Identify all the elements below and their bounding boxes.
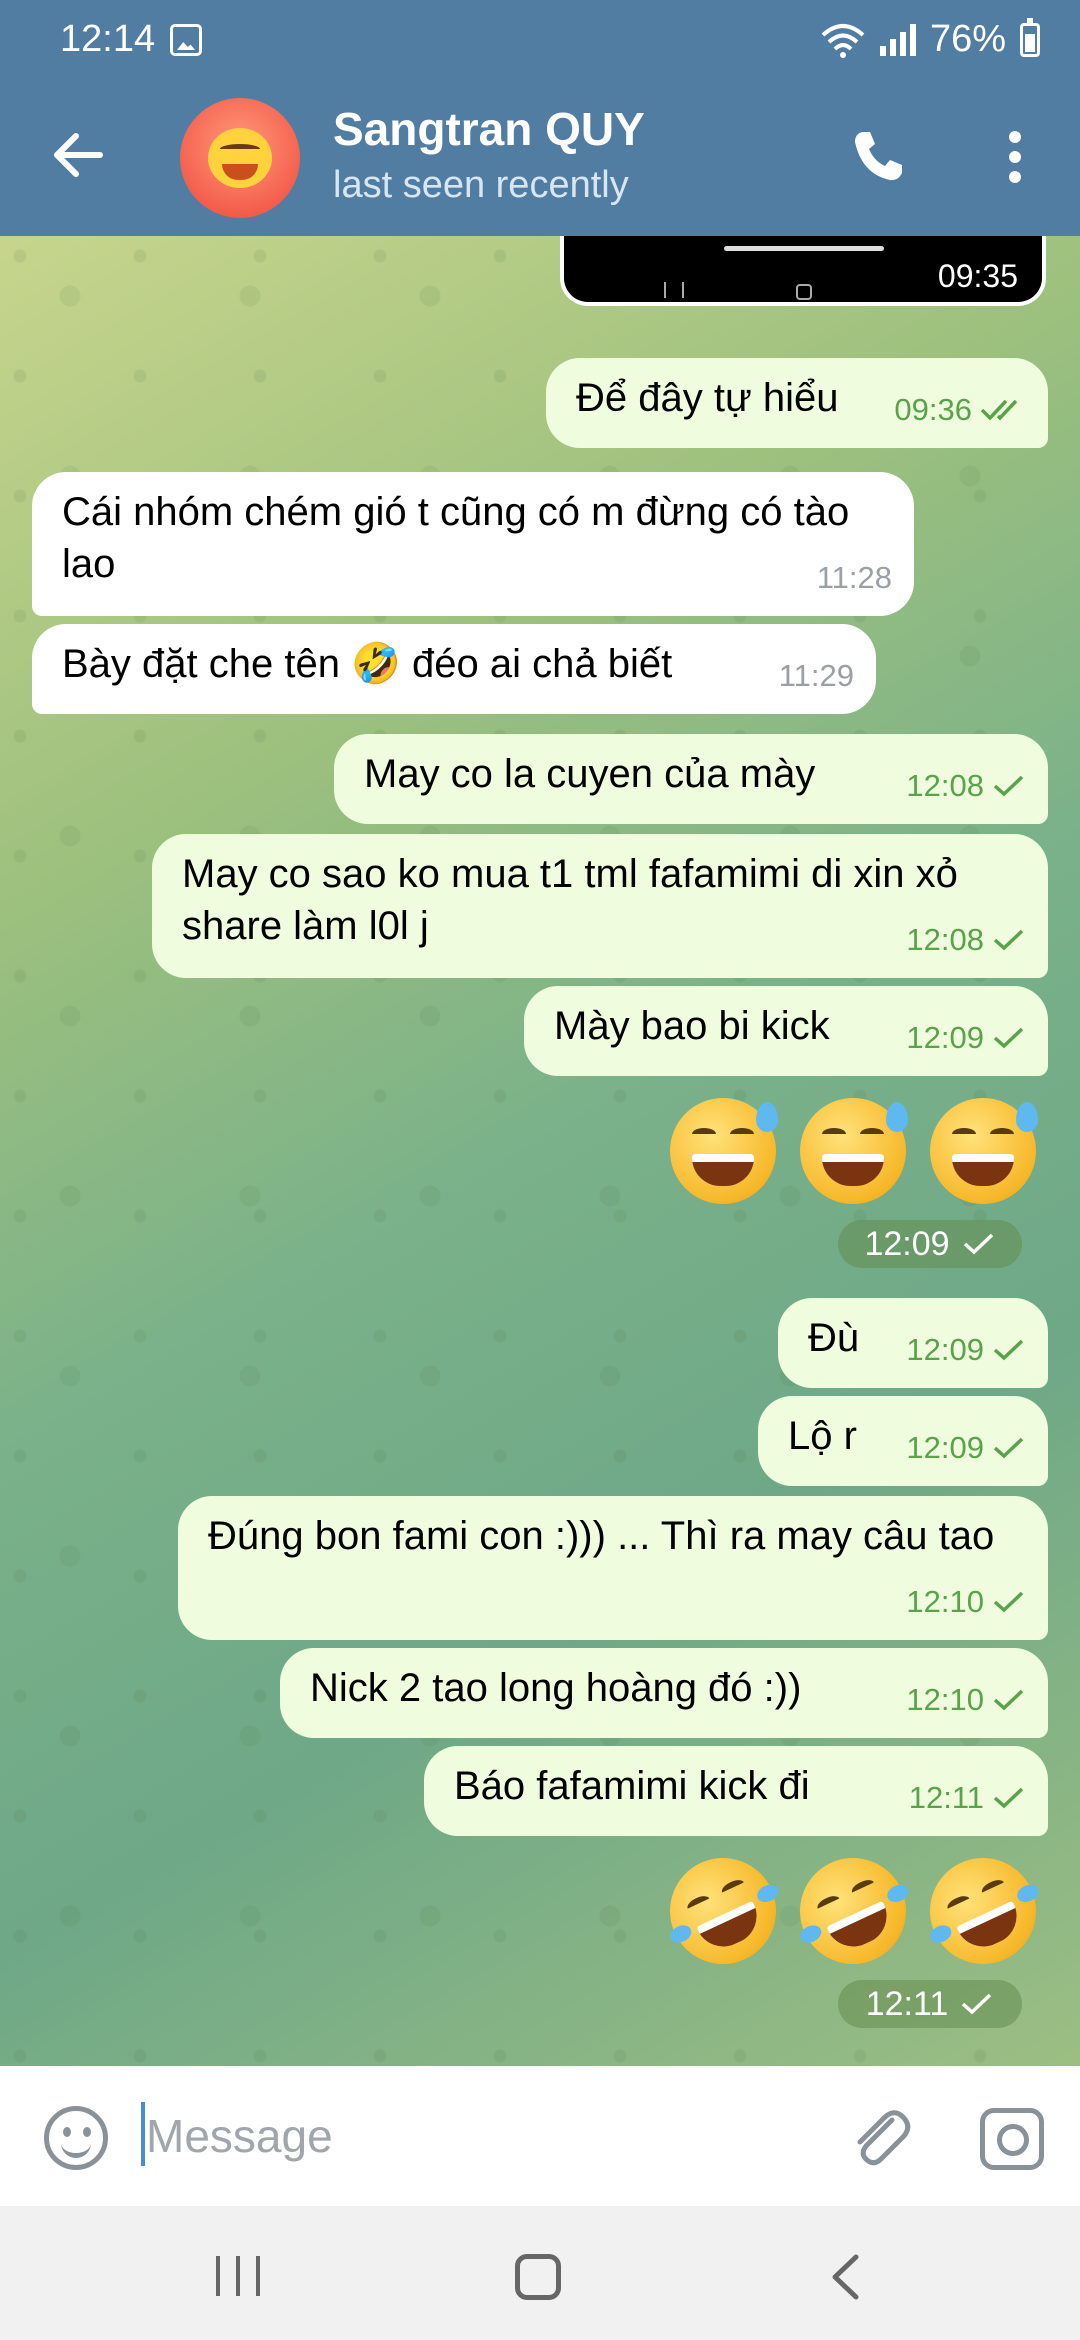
message-text: Đù xyxy=(808,1316,860,1360)
system-nav-bar xyxy=(0,2206,1080,2340)
message-time: 12:09 xyxy=(906,1020,984,1055)
message-input[interactable] xyxy=(146,2096,796,2176)
message-time: 12:08 xyxy=(906,768,984,803)
nav-back-icon[interactable] xyxy=(830,2254,860,2300)
chat-area[interactable]: 09:35 Để đây tự hiểu 09:36 Cái nhóm chém… xyxy=(0,236,1080,2066)
check-icon xyxy=(993,1591,1024,1613)
home-icon[interactable] xyxy=(515,2254,561,2300)
more-menu-icon[interactable] xyxy=(1000,126,1030,186)
message-bubble[interactable]: Lộ r 12:09 xyxy=(758,1396,1048,1486)
check-icon xyxy=(962,1993,992,2015)
message-text: Bày đặt che tên 🤣 đéo ai chả biết xyxy=(62,642,673,686)
message-bubble[interactable]: Mày bao bi kick 12:09 xyxy=(524,986,1048,1076)
message-bubble[interactable]: Báo fafamimi kick đi 12:11 xyxy=(424,1746,1048,1836)
message-input-bar xyxy=(0,2066,1080,2206)
message-text: May co sao ko mua t1 tml fafamimi di xin… xyxy=(182,852,958,948)
image-notification-icon xyxy=(170,24,202,56)
message-time: 12:08 xyxy=(906,922,984,957)
status-right: 76% xyxy=(820,17,1040,61)
message-bubble[interactable]: May co la cuyen của mày 12:08 xyxy=(334,734,1048,824)
camera-icon[interactable] xyxy=(980,2108,1044,2170)
check-icon xyxy=(963,1233,993,1255)
attach-icon[interactable] xyxy=(846,2102,916,2172)
emoji-time-pill: 12:11 xyxy=(838,1980,1022,2028)
message-bubble[interactable]: Đù 12:09 xyxy=(778,1298,1048,1388)
message-bubble[interactable]: Để đây tự hiểu 09:36 xyxy=(546,358,1048,448)
message-text: Để đây tự hiểu xyxy=(576,376,839,420)
emoji-time-pill: 12:09 xyxy=(838,1220,1022,1268)
wifi-icon xyxy=(821,23,865,58)
message-bubble[interactable]: Đúng bon fami con :))) ... Thì ra may câ… xyxy=(178,1496,1048,1640)
check-icon xyxy=(993,1027,1024,1049)
back-arrow-icon[interactable] xyxy=(50,128,104,182)
message-text: May co la cuyen của mày xyxy=(364,752,816,796)
message-time: 12:10 xyxy=(906,1584,984,1619)
phone-icon[interactable] xyxy=(848,126,908,186)
double-check-icon xyxy=(980,399,1018,421)
contact-avatar[interactable] xyxy=(180,98,300,218)
rofl-emoji xyxy=(652,1840,794,1982)
message-time: 12:09 xyxy=(864,1224,950,1263)
emoji-icon[interactable] xyxy=(44,2106,108,2170)
status-time: 12:14 xyxy=(60,18,156,60)
status-bar: 12:14 76% xyxy=(0,0,1080,80)
grinning-sweat-emoji xyxy=(670,1098,778,1204)
message-time: 09:36 xyxy=(894,392,972,427)
message-time: 12:09 xyxy=(906,1430,984,1465)
contact-name[interactable]: Sangtran QUY xyxy=(333,102,645,156)
check-icon xyxy=(993,1787,1024,1809)
emoji-message[interactable] xyxy=(652,1840,1054,1982)
photo-time: 09:35 xyxy=(937,258,1018,294)
check-icon xyxy=(993,1689,1024,1711)
signal-icon xyxy=(879,23,916,56)
message-text: Báo fafamimi kick đi xyxy=(454,1764,810,1808)
battery-percent: 76% xyxy=(929,18,1006,60)
message-time: 12:11 xyxy=(865,1984,949,2023)
message-bubble[interactable]: May co sao ko mua t1 tml fafamimi di xin… xyxy=(152,834,1048,978)
check-icon xyxy=(993,775,1024,797)
message-time: 11:28 xyxy=(816,560,892,595)
recent-apps-icon[interactable] xyxy=(216,2256,260,2296)
contact-status: last seen recently xyxy=(333,164,629,206)
message-text: Đúng bon fami con :))) ... Thì ra may câ… xyxy=(208,1514,995,1558)
check-icon xyxy=(993,1437,1024,1459)
message-time: 12:09 xyxy=(906,1332,984,1367)
message-text: Lộ r xyxy=(788,1414,857,1458)
message-bubble[interactable]: Bày đặt che tên 🤣 đéo ai chả biết 11:29 xyxy=(32,624,876,714)
message-text: Nick 2 tao long hoàng đó :)) xyxy=(310,1666,802,1710)
message-time: 12:10 xyxy=(906,1682,984,1717)
grinning-sweat-emoji xyxy=(800,1098,908,1204)
message-text: Cái nhóm chém gió t cũng có m đừng có tà… xyxy=(62,490,850,586)
chat-header: Sangtran QUY last seen recently xyxy=(0,80,1080,236)
check-icon xyxy=(993,1339,1024,1361)
grinning-sweat-emoji xyxy=(930,1098,1038,1204)
photo-message[interactable]: 09:35 xyxy=(560,236,1046,306)
message-time: 12:11 xyxy=(908,1780,984,1815)
message-bubble[interactable]: Nick 2 tao long hoàng đó :)) 12:10 xyxy=(280,1648,1048,1738)
check-icon xyxy=(993,929,1024,951)
text-cursor xyxy=(141,2102,145,2166)
battery-icon xyxy=(1020,17,1040,57)
message-bubble[interactable]: Cái nhóm chém gió t cũng có m đừng có tà… xyxy=(32,472,914,616)
rofl-emoji xyxy=(782,1840,924,1982)
message-text: Mày bao bi kick xyxy=(554,1004,830,1048)
rofl-emoji xyxy=(912,1840,1054,1982)
message-time: 11:29 xyxy=(778,658,854,693)
emoji-message[interactable] xyxy=(670,1098,1038,1204)
